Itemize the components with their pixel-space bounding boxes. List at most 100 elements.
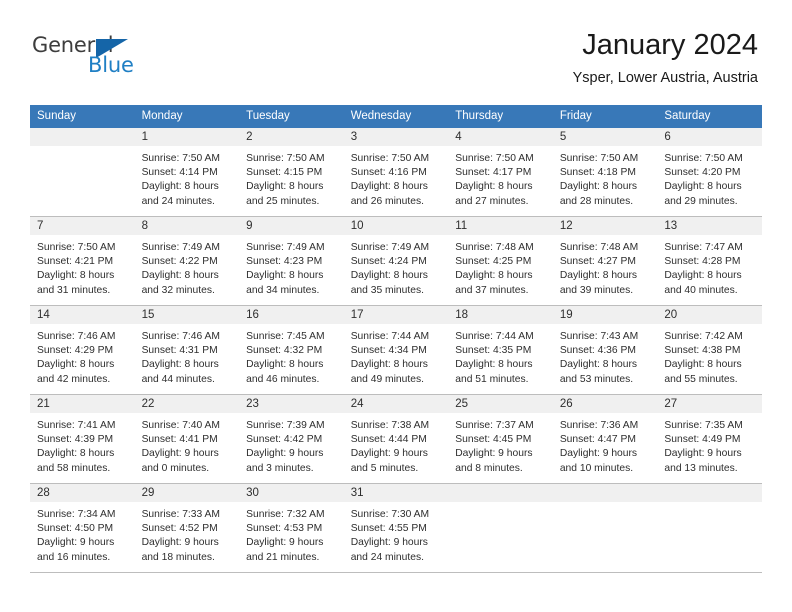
sunrise-text: Sunrise: 7:50 AM xyxy=(37,242,116,253)
sunset-text: Sunset: 4:29 PM xyxy=(37,345,114,357)
daylight-text-line2: and 46 minutes. xyxy=(246,373,320,385)
calendar-day-cell[interactable]: 22 Sunrise: 7:40 AM Sunset: 4:41 PM Dayligh… xyxy=(134,394,240,484)
calendar-day-cell[interactable]: 10 Sunrise: 7:49 AM Sunset: 4:24 PM Dayligh… xyxy=(343,216,449,306)
weekday-header-tuesday: Tuesday xyxy=(239,105,344,128)
day-number xyxy=(657,484,762,502)
day-number: 31 xyxy=(343,484,449,502)
sunrise-text: Sunrise: 7:46 AM xyxy=(37,331,116,342)
calendar-day-cell[interactable]: 20 Sunrise: 7:42 AM Sunset: 4:38 PM Dayligh… xyxy=(657,305,762,395)
location-subtitle: Ysper, Lower Austria, Austria xyxy=(572,70,758,86)
day-info: Sunrise: 7:46 AM Sunset: 4:31 PM Daylight:… xyxy=(135,324,240,387)
day-number: 19 xyxy=(552,306,658,324)
day-number xyxy=(552,484,658,502)
calendar-day-cell[interactable]: 8 Sunrise: 7:49 AM Sunset: 4:22 PM Daylight… xyxy=(134,216,240,306)
sunrise-text: Sunrise: 7:39 AM xyxy=(246,420,325,431)
calendar-day-cell[interactable]: 25 Sunrise: 7:37 AM Sunset: 4:45 PM Dayligh… xyxy=(448,394,553,484)
calendar-day-cell[interactable]: 5 Sunrise: 7:50 AM Sunset: 4:18 PM Daylight… xyxy=(552,127,658,217)
title-block: January 2024 Ysper, Lower Austria, Austr… xyxy=(573,28,758,87)
day-info: Sunrise: 7:37 AM Sunset: 4:45 PM Daylight:… xyxy=(448,413,553,476)
daylight-text-line2: and 18 minutes. xyxy=(141,551,215,563)
calendar-day-cell[interactable]: 16 Sunrise: 7:45 AM Sunset: 4:32 PM Dayligh… xyxy=(239,305,344,395)
calendar-day-cell[interactable]: 29 Sunrise: 7:33 AM Sunset: 4:52 PM Dayligh… xyxy=(134,483,240,573)
calendar-day-cell[interactable]: 24 Sunrise: 7:38 AM Sunset: 4:44 PM Dayligh… xyxy=(343,394,449,484)
day-number: 17 xyxy=(343,306,449,324)
calendar-day-cell[interactable]: 12 Sunrise: 7:48 AM Sunset: 4:27 PM Dayligh… xyxy=(552,216,658,306)
calendar-day-cell[interactable]: 1 Sunrise: 7:50 AM Sunset: 4:14 PM Daylight… xyxy=(134,127,240,217)
calendar-day-cell[interactable]: 23 Sunrise: 7:39 AM Sunset: 4:42 PM Dayligh… xyxy=(239,394,344,484)
daylight-text-line1: Daylight: 8 hours xyxy=(141,181,219,193)
calendar-day-cell[interactable]: 13 Sunrise: 7:47 AM Sunset: 4:28 PM Dayligh… xyxy=(657,216,762,306)
sunrise-text: Sunrise: 7:46 AM xyxy=(141,331,220,342)
calendar-day-cell[interactable]: 21 Sunrise: 7:41 AM Sunset: 4:39 PM Dayligh… xyxy=(30,394,135,484)
day-number: 7 xyxy=(30,217,135,235)
sunrise-text: Sunrise: 7:50 AM xyxy=(141,153,220,164)
day-number: 14 xyxy=(30,306,135,324)
day-number: 6 xyxy=(657,128,762,146)
day-number: 27 xyxy=(657,395,762,413)
day-number: 5 xyxy=(552,128,658,146)
daylight-text-line2: and 42 minutes. xyxy=(37,373,111,385)
daylight-text-line2: and 29 minutes. xyxy=(664,195,738,207)
daylight-text-line1: Daylight: 9 hours xyxy=(350,448,428,460)
day-info: Sunrise: 7:46 AM Sunset: 4:29 PM Daylight:… xyxy=(30,324,135,387)
calendar-day-cell[interactable]: 4 Sunrise: 7:50 AM Sunset: 4:17 PM Daylight… xyxy=(448,127,553,217)
daylight-text-line2: and 40 minutes. xyxy=(664,284,738,296)
calendar-day-cell[interactable]: 30 Sunrise: 7:32 AM Sunset: 4:53 PM Dayligh… xyxy=(239,483,344,573)
daylight-text-line1: Daylight: 8 hours xyxy=(37,270,115,282)
daylight-text-line2: and 55 minutes. xyxy=(664,373,738,385)
day-number: 2 xyxy=(239,128,344,146)
day-number: 15 xyxy=(134,306,240,324)
calendar-day-cell[interactable]: 26 Sunrise: 7:36 AM Sunset: 4:47 PM Dayligh… xyxy=(552,394,658,484)
day-number: 26 xyxy=(552,395,658,413)
calendar-day-cell[interactable]: 3 Sunrise: 7:50 AM Sunset: 4:16 PM Daylight… xyxy=(343,127,449,217)
sunset-text: Sunset: 4:39 PM xyxy=(37,434,114,446)
day-number: 22 xyxy=(134,395,240,413)
calendar-day-cell[interactable]: 31 Sunrise: 7:30 AM Sunset: 4:55 PM Dayligh… xyxy=(343,483,449,573)
day-info: Sunrise: 7:50 AM Sunset: 4:18 PM Daylight:… xyxy=(553,146,658,209)
day-info: Sunrise: 7:41 AM Sunset: 4:39 PM Daylight:… xyxy=(30,413,135,476)
general-blue-logo[interactable]: General Blue xyxy=(32,33,152,77)
daylight-text-line2: and 0 minutes. xyxy=(141,462,210,474)
daylight-text-line1: Daylight: 8 hours xyxy=(141,359,219,371)
calendar-day-cell[interactable]: 6 Sunrise: 7:50 AM Sunset: 4:20 PM Daylight… xyxy=(657,127,762,217)
sunset-text: Sunset: 4:32 PM xyxy=(246,345,323,357)
sunset-text: Sunset: 4:34 PM xyxy=(350,345,427,357)
sunset-text: Sunset: 4:47 PM xyxy=(559,434,636,446)
daylight-text-line1: Daylight: 8 hours xyxy=(664,359,742,371)
calendar-week-row: 7 Sunrise: 7:50 AM Sunset: 4:21 PM Daylight… xyxy=(30,216,762,306)
calendar-day-cell[interactable]: 7 Sunrise: 7:50 AM Sunset: 4:21 PM Daylight… xyxy=(30,216,135,306)
calendar-day-cell[interactable]: 9 Sunrise: 7:49 AM Sunset: 4:23 PM Daylight… xyxy=(239,216,344,306)
sunrise-text: Sunrise: 7:48 AM xyxy=(559,242,639,253)
sunrise-text: Sunrise: 7:37 AM xyxy=(455,420,534,431)
sunset-text: Sunset: 4:52 PM xyxy=(141,523,218,535)
daylight-text-line1: Daylight: 8 hours xyxy=(455,181,533,193)
calendar-day-cell-empty xyxy=(30,127,135,217)
calendar-day-cell[interactable]: 17 Sunrise: 7:44 AM Sunset: 4:34 PM Dayligh… xyxy=(343,305,449,395)
day-number xyxy=(30,128,135,146)
day-info: Sunrise: 7:50 AM Sunset: 4:21 PM Daylight:… xyxy=(30,235,135,298)
calendar-day-cell[interactable]: 2 Sunrise: 7:50 AM Sunset: 4:15 PM Daylight… xyxy=(239,127,344,217)
daylight-text-line1: Daylight: 9 hours xyxy=(559,448,638,460)
calendar-day-cell[interactable]: 27 Sunrise: 7:35 AM Sunset: 4:49 PM Dayligh… xyxy=(657,394,762,484)
day-number: 9 xyxy=(239,217,344,235)
weekday-header-saturday: Saturday xyxy=(657,105,762,128)
sunset-text: Sunset: 4:17 PM xyxy=(455,167,532,179)
calendar-day-cell[interactable]: 15 Sunrise: 7:46 AM Sunset: 4:31 PM Dayligh… xyxy=(134,305,240,395)
daylight-text-line2: and 13 minutes. xyxy=(664,462,738,474)
day-number: 10 xyxy=(343,217,449,235)
calendar-day-cell[interactable]: 14 Sunrise: 7:46 AM Sunset: 4:29 PM Dayligh… xyxy=(30,305,135,395)
daylight-text-line1: Daylight: 9 hours xyxy=(350,537,428,549)
day-number: 8 xyxy=(134,217,240,235)
calendar-day-cell[interactable]: 28 Sunrise: 7:34 AM Sunset: 4:50 PM Dayligh… xyxy=(30,483,135,573)
sunrise-text: Sunrise: 7:50 AM xyxy=(246,153,325,164)
daylight-text-line2: and 39 minutes. xyxy=(559,284,634,296)
sunrise-text: Sunrise: 7:50 AM xyxy=(350,153,430,164)
sunrise-text: Sunrise: 7:43 AM xyxy=(559,331,639,342)
sunset-text: Sunset: 4:49 PM xyxy=(664,434,741,446)
sunrise-text: Sunrise: 7:47 AM xyxy=(664,242,743,253)
calendar-day-cell[interactable]: 11 Sunrise: 7:48 AM Sunset: 4:25 PM Dayligh… xyxy=(448,216,553,306)
day-info: Sunrise: 7:30 AM Sunset: 4:55 PM Daylight:… xyxy=(344,502,449,565)
daylight-text-line1: Daylight: 9 hours xyxy=(246,537,324,549)
calendar-day-cell[interactable]: 19 Sunrise: 7:43 AM Sunset: 4:36 PM Dayligh… xyxy=(552,305,658,395)
calendar-day-cell[interactable]: 18 Sunrise: 7:44 AM Sunset: 4:35 PM Dayligh… xyxy=(448,305,553,395)
